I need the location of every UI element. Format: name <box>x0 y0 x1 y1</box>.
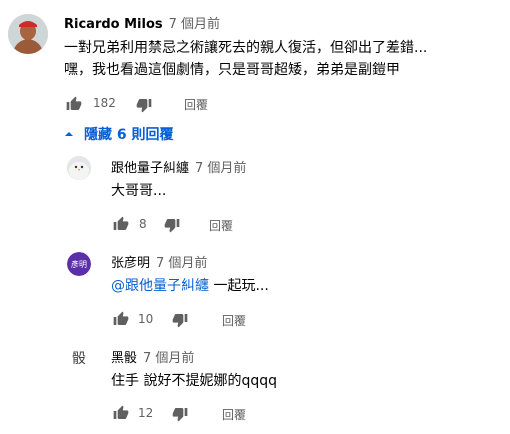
reply-button[interactable]: 回覆 <box>222 406 246 423</box>
hide-replies-label: 隱藏 6 則回覆 <box>84 127 174 143</box>
reply-button[interactable]: 回覆 <box>209 217 233 234</box>
reply-text: 住手 說好不提妮娜的qqqq <box>111 373 277 389</box>
comment-text-line-1: 一對兄弟利用禁忌之術讓死去的親人復活，但卻出了差錯... <box>64 40 428 56</box>
avatar-initials-bg: 彥明 <box>67 252 91 276</box>
avatar[interactable] <box>67 156 91 180</box>
hide-replies-button[interactable]: 隱藏 6 則回覆 <box>64 124 174 144</box>
thumbs-down-icon[interactable] <box>136 97 152 113</box>
avatar-initials: 彥明 <box>71 259 87 269</box>
mention-link[interactable]: @跟他量子糾纏 <box>111 278 209 294</box>
thumbs-down-icon[interactable] <box>172 312 188 328</box>
avatar[interactable]: 骰 <box>67 346 91 370</box>
reply-text-content: 一起玩... <box>213 278 269 294</box>
avatar-initials: 骰 <box>72 351 86 367</box>
comment-text-line-2: 嘿，我也看過這個劇情，只是哥哥超矮，弟弟是副鎧甲 <box>64 62 400 78</box>
like-count: 10 <box>138 312 154 326</box>
comment-author[interactable]: Ricardo Milos 7 個月前 <box>64 13 220 32</box>
like-count: 8 <box>139 217 147 231</box>
reply-author[interactable]: 黑骰 7 個月前 <box>111 347 194 366</box>
thumbs-up-icon[interactable] <box>113 405 129 421</box>
like-count: 12 <box>138 406 154 420</box>
thumbs-down-icon[interactable] <box>172 406 188 422</box>
caret-up-icon <box>65 132 73 136</box>
thumbs-up-icon[interactable] <box>113 216 129 232</box>
comment-time[interactable]: 7 個月前 <box>169 17 220 32</box>
avatar[interactable] <box>8 14 48 54</box>
reply-author[interactable]: 跟他量子糾纏 7 個月前 <box>111 157 246 176</box>
thumbs-down-icon[interactable] <box>164 217 180 233</box>
thumbs-up-icon[interactable] <box>113 311 129 327</box>
reply-button[interactable]: 回覆 <box>184 96 208 113</box>
avatar[interactable]: 彥明 <box>67 252 91 276</box>
reply-text: 大哥哥... <box>111 183 167 199</box>
reply-text: @跟他量子糾纏 一起玩... <box>111 275 269 297</box>
reply-time[interactable]: 7 個月前 <box>143 351 194 366</box>
reply-time[interactable]: 7 個月前 <box>195 161 246 176</box>
like-count: 182 <box>93 96 116 110</box>
thumbs-up-icon[interactable] <box>66 96 82 112</box>
reply-button[interactable]: 回覆 <box>222 312 246 329</box>
reply-author[interactable]: 张彦明 7 個月前 <box>111 252 207 271</box>
reply-time[interactable]: 7 個月前 <box>156 256 207 271</box>
